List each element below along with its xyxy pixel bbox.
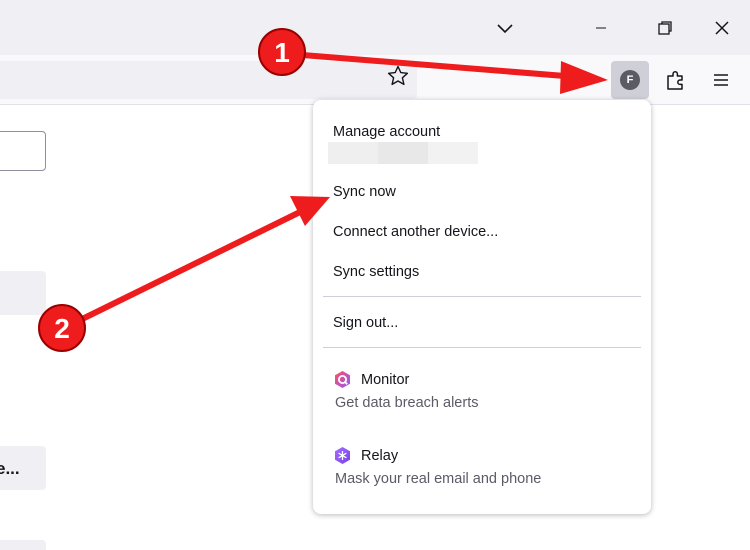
page-button-bottom[interactable] <box>0 540 46 550</box>
minimize-button[interactable] <box>581 8 621 48</box>
hamburger-icon <box>714 74 728 86</box>
relay-service-description: Mask your real email and phone <box>335 471 542 487</box>
relay-service-item[interactable]: Relay <box>333 446 398 465</box>
sign-out-item[interactable]: Sign out... <box>333 315 398 331</box>
page-text-field[interactable] <box>0 131 46 171</box>
account-menu-panel: Manage account Sync now Connect another … <box>313 100 651 514</box>
monitor-icon <box>335 371 350 388</box>
avatar: F <box>620 70 640 90</box>
connect-device-item[interactable]: Connect another device... <box>333 224 498 240</box>
page-button[interactable] <box>0 271 46 315</box>
star-icon <box>387 65 409 86</box>
puzzle-icon <box>667 71 683 90</box>
page-partial-button-label: e... <box>0 459 20 478</box>
navigation-toolbar: F <box>0 55 750 105</box>
monitor-service-item[interactable]: Monitor <box>333 370 409 389</box>
minimize-icon <box>596 27 606 29</box>
page-partial-button[interactable]: e... <box>0 446 46 490</box>
relay-service-name: Relay <box>361 447 399 464</box>
menu-separator <box>323 347 641 348</box>
manage-account-item[interactable]: Manage account <box>333 124 440 140</box>
close-icon <box>715 21 729 35</box>
extensions-button[interactable] <box>657 61 695 99</box>
menu-separator <box>323 296 641 297</box>
address-bar[interactable] <box>0 61 417 99</box>
sync-settings-item[interactable]: Sync settings <box>333 264 419 280</box>
chevron-down-icon <box>497 24 513 34</box>
close-window-button[interactable] <box>702 8 742 48</box>
annotation-arrow-2 <box>67 196 330 328</box>
account-button[interactable]: F <box>611 61 649 99</box>
restore-button[interactable] <box>645 8 685 48</box>
annotation-badge-2-number: 2 <box>54 313 70 344</box>
relay-icon <box>335 447 350 464</box>
monitor-service-description: Get data breach alerts <box>335 395 479 411</box>
sync-now-item[interactable]: Sync now <box>333 184 396 200</box>
list-all-tabs-button[interactable] <box>485 8 525 48</box>
title-bar <box>0 0 750 55</box>
monitor-service-name: Monitor <box>361 371 410 388</box>
app-menu-button[interactable] <box>702 61 740 99</box>
bookmark-star-button[interactable] <box>386 64 410 88</box>
email-redacted <box>328 142 478 164</box>
restore-icon <box>658 21 672 35</box>
